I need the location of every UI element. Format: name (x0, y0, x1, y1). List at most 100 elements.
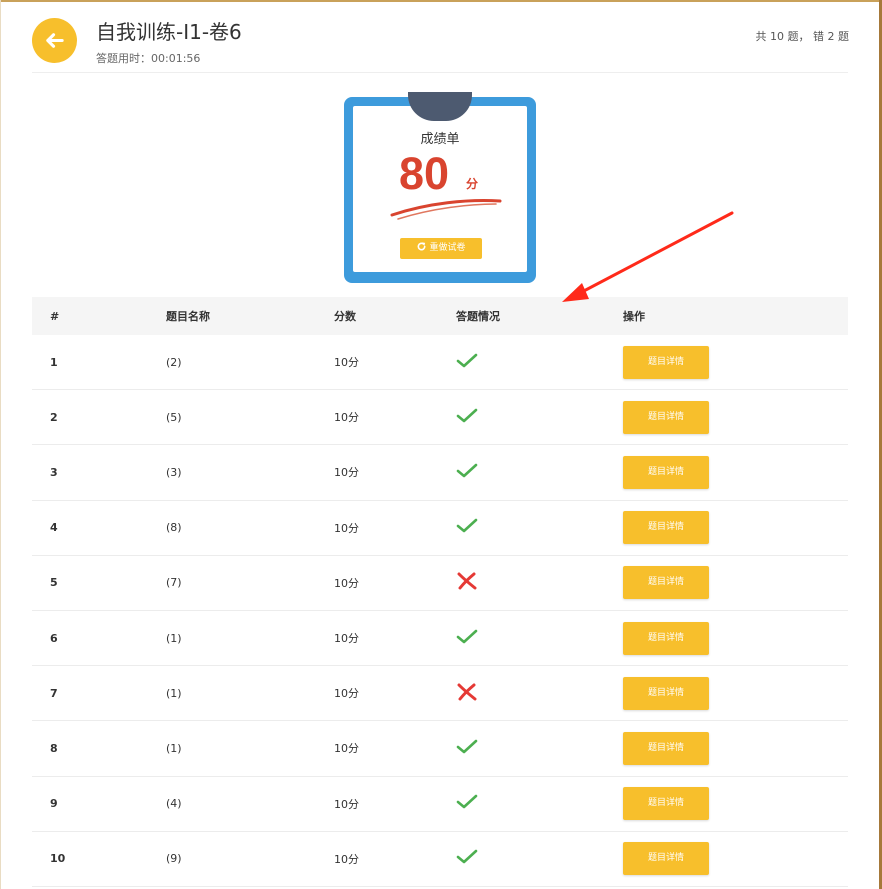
elapsed-time: 答题用时：00:01:56 (96, 52, 201, 65)
question-detail-button[interactable]: 题目详情 (623, 455, 709, 489)
answer-status (456, 555, 623, 611)
action-cell: 题目详情 (623, 665, 848, 722)
question-name: (4) (166, 776, 334, 832)
check-icon (456, 408, 478, 423)
check-icon (456, 629, 478, 643)
action-cell: 题目详情 (623, 610, 848, 667)
question-name: (5) (166, 389, 334, 446)
answer-status (456, 720, 623, 777)
question-detail-button[interactable]: 题目详情 (623, 511, 709, 545)
table-row: 1 (2) 10分 题目详情 (32, 335, 848, 391)
answer-status (456, 389, 623, 446)
check-icon (456, 353, 478, 367)
table-row: 2 (5) 10分 题目详情 (32, 389, 848, 446)
col-score-header: 分数 (334, 297, 456, 335)
row-number: 9 (32, 776, 166, 832)
question-detail-button[interactable]: 题目详情 (623, 842, 709, 876)
question-detail-button[interactable]: 题目详情 (623, 400, 709, 434)
check-icon (456, 739, 478, 754)
question-score: 10分 (334, 776, 456, 832)
col-action-header: 操作 (623, 297, 848, 335)
question-score: 10分 (334, 335, 456, 391)
action-cell: 题目详情 (623, 555, 848, 611)
answer-status (456, 500, 623, 556)
results-table: # 题目名称 分数 答题情况 操作 1 (2) 10分 题目详情 2 (5) 10分 题目详情… (32, 297, 848, 887)
question-name: (1) (166, 610, 334, 667)
check-icon (456, 794, 478, 809)
action-cell: 题目详情 (623, 444, 848, 501)
question-name: (2) (166, 335, 334, 391)
cross-icon (457, 683, 477, 701)
question-detail-button[interactable]: 题目详情 (623, 566, 709, 600)
answer-status (456, 665, 623, 722)
action-cell: 题目详情 (623, 335, 848, 391)
refresh-icon (417, 242, 426, 251)
question-detail-button[interactable]: 题目详情 (623, 731, 709, 765)
window-left-border (0, 0, 1, 889)
question-score: 10分 (334, 500, 456, 556)
redo-exam-button[interactable]: 重做试卷 (400, 238, 482, 259)
row-number: 5 (32, 555, 166, 611)
check-icon (456, 518, 478, 533)
row-number: 10 (32, 831, 166, 887)
header-divider (32, 72, 848, 73)
question-detail-button[interactable]: 题目详情 (623, 676, 709, 710)
question-name: (9) (166, 831, 334, 887)
question-detail-button[interactable]: 题目详情 (623, 621, 709, 655)
arrow-left-icon (46, 33, 64, 48)
table-row: 9 (4) 10分 题目详情 (32, 776, 848, 832)
question-name: (7) (166, 555, 334, 611)
row-number: 6 (32, 610, 166, 667)
cross-icon (457, 572, 477, 590)
table-row: 5 (7) 10分 题目详情 (32, 555, 848, 611)
back-button[interactable] (32, 18, 77, 63)
question-score: 10分 (334, 665, 456, 722)
answer-status (456, 444, 623, 501)
answer-status (456, 335, 623, 391)
row-number: 3 (32, 444, 166, 501)
check-icon (456, 463, 478, 478)
col-status-header: 答题情况 (456, 297, 623, 335)
window-top-border (0, 0, 882, 2)
col-number-header: # (32, 297, 166, 335)
answer-status (456, 610, 623, 667)
action-cell: 题目详情 (623, 776, 848, 832)
answer-status (456, 831, 623, 887)
question-name: (1) (166, 665, 334, 722)
table-row: 10 (9) 10分 题目详情 (32, 831, 848, 887)
question-name: (8) (166, 500, 334, 556)
row-number: 7 (32, 665, 166, 722)
action-cell: 题目详情 (623, 831, 848, 887)
score-unit: 分 (466, 177, 479, 191)
row-number: 2 (32, 389, 166, 446)
action-cell: 题目详情 (623, 389, 848, 446)
table-row: 7 (1) 10分 题目详情 (32, 665, 848, 722)
question-score: 10分 (334, 610, 456, 667)
row-number: 1 (32, 335, 166, 391)
answer-status (456, 776, 623, 832)
score-card-title: 成绩单 (420, 132, 460, 147)
question-score: 10分 (334, 389, 456, 446)
page-title: 自我训练-I1-卷6 (96, 20, 242, 44)
question-score: 10分 (334, 831, 456, 887)
question-score: 10分 (334, 444, 456, 501)
score-underline-swoosh (390, 199, 502, 220)
question-score: 10分 (334, 555, 456, 611)
question-detail-button[interactable]: 题目详情 (623, 787, 709, 821)
check-icon (456, 849, 478, 864)
redo-exam-label: 重做试卷 (429, 243, 466, 253)
question-detail-button[interactable]: 题目详情 (623, 345, 709, 379)
row-number: 8 (32, 720, 166, 777)
question-score: 10分 (334, 720, 456, 777)
row-number: 4 (32, 500, 166, 556)
col-name-header: 题目名称 (166, 297, 334, 335)
action-cell: 题目详情 (623, 500, 848, 556)
action-cell: 题目详情 (623, 720, 848, 777)
table-row: 3 (3) 10分 题目详情 (32, 444, 848, 501)
question-name: (3) (166, 444, 334, 501)
table-row: 4 (8) 10分 题目详情 (32, 500, 848, 556)
table-header-row: # 题目名称 分数 答题情况 操作 (32, 297, 848, 335)
table-row: 8 (1) 10分 题目详情 (32, 720, 848, 777)
table-row: 6 (1) 10分 题目详情 (32, 610, 848, 667)
question-name: (1) (166, 720, 334, 777)
